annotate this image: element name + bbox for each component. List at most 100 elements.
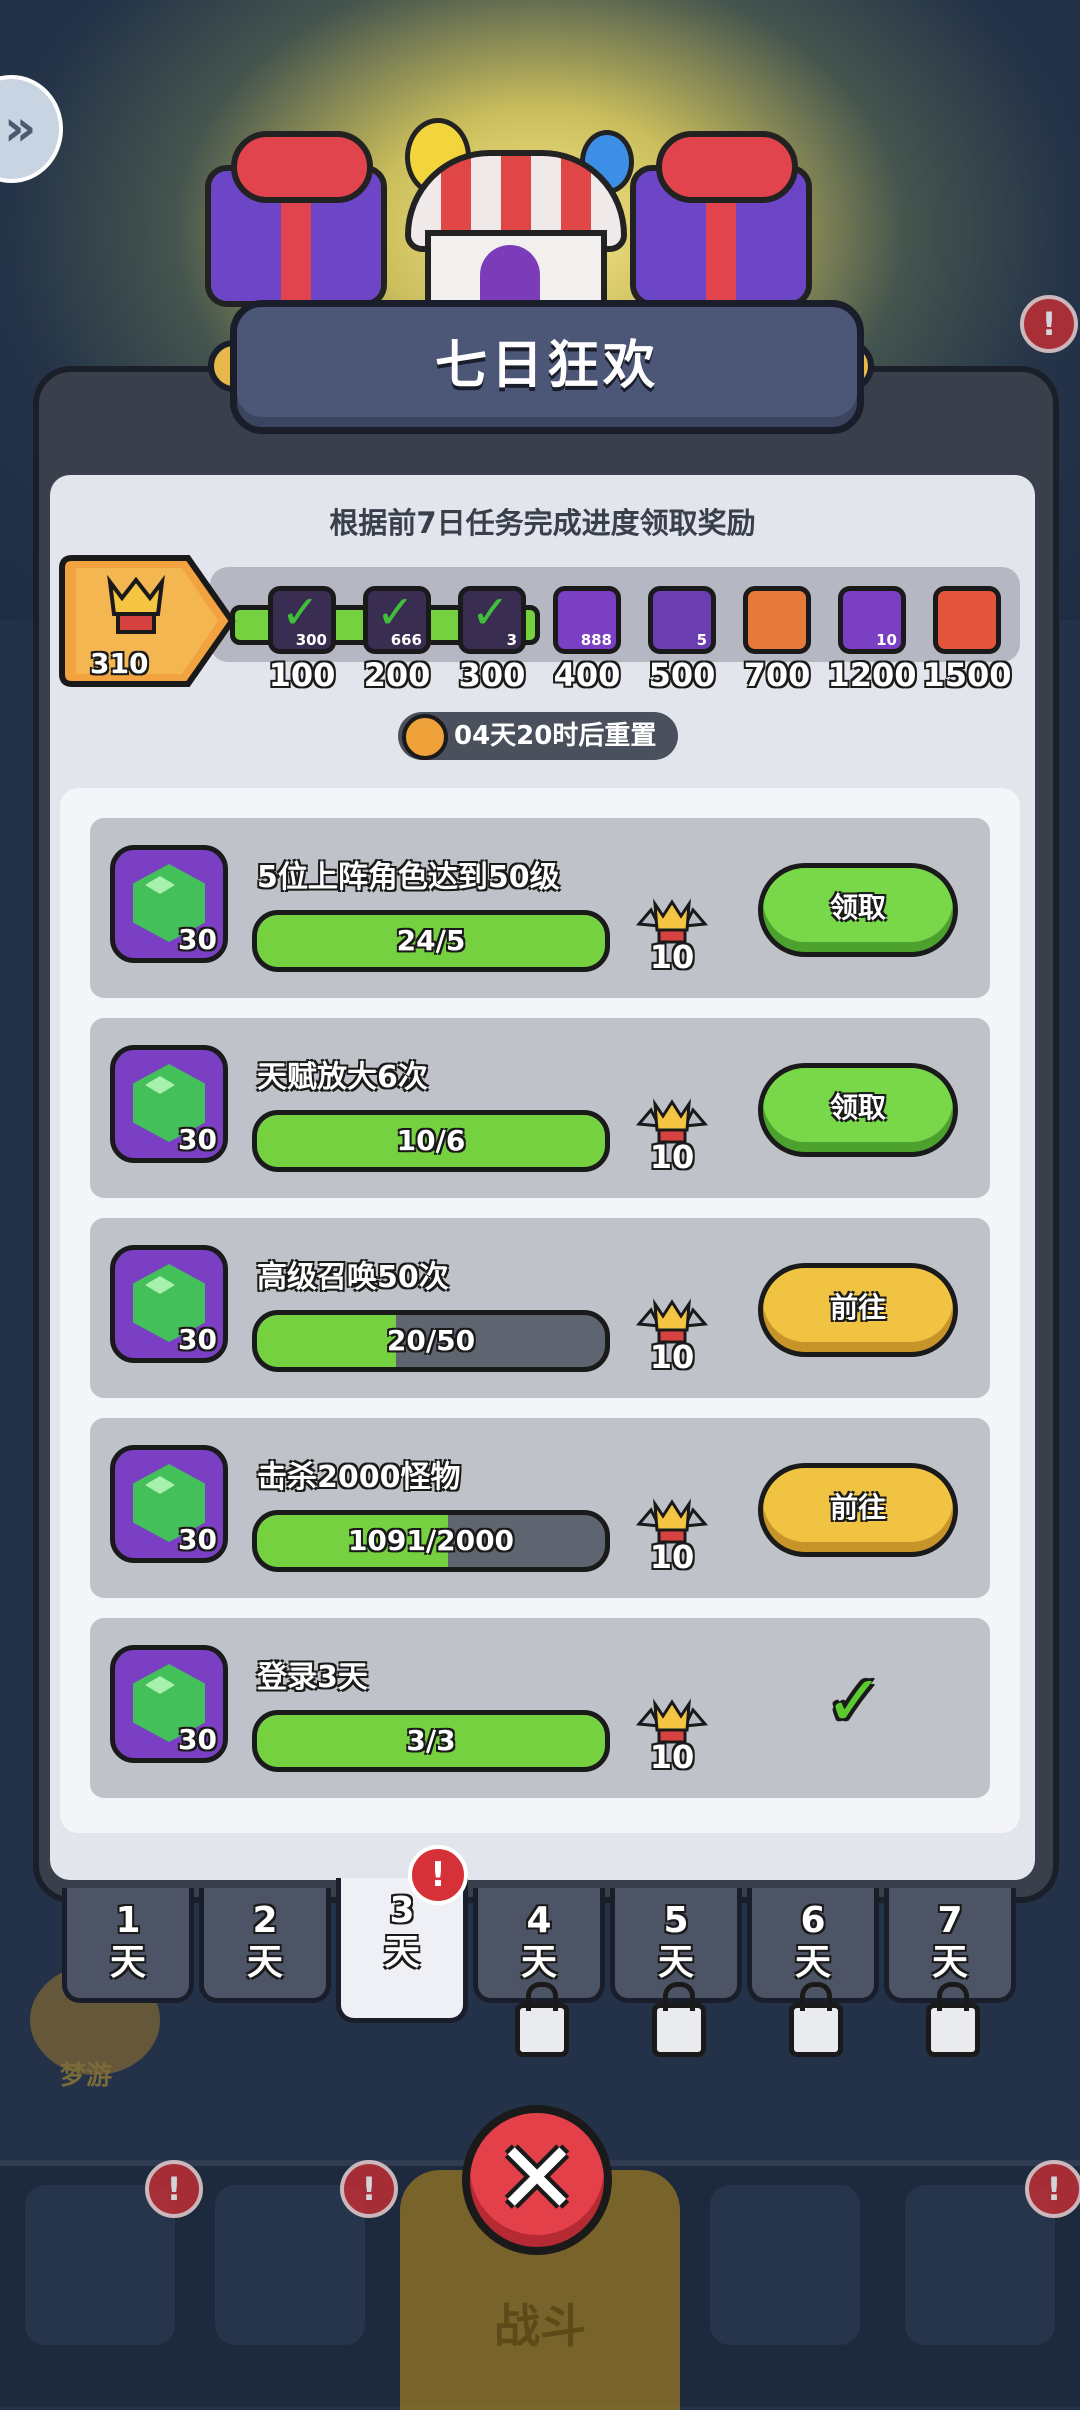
day-tab-unit: 天 — [520, 1942, 557, 1983]
day-tab-unit: 天 — [109, 1942, 146, 1983]
milestone-label: 300 — [458, 656, 526, 694]
nav-alert-badge: ! — [1025, 2160, 1080, 2218]
milestone-reward[interactable]: 5 — [648, 586, 716, 654]
gem-reward-count: 30 — [178, 1123, 217, 1156]
milestone-reward-count: 3 — [506, 631, 517, 649]
milestone-label: 700 — [743, 656, 811, 694]
day-tab-number: 2 — [252, 1900, 278, 1941]
milestone-label: 200 — [363, 656, 431, 694]
gem-reward-count: 30 — [178, 1323, 217, 1356]
nav-alert-badge: ! — [340, 2160, 398, 2218]
chevron-right-icon: » — [4, 99, 37, 157]
task-progress-bar: 3/3 — [252, 1710, 610, 1772]
task-progress-text: 1091/2000 — [347, 1524, 515, 1557]
milestone-reward[interactable] — [743, 586, 811, 654]
claim-button[interactable]: 领取 — [758, 1063, 958, 1157]
milestone-reward[interactable]: 888 — [553, 586, 621, 654]
side-alert-badge: ! — [1020, 295, 1078, 353]
nav-helmet-tab[interactable] — [215, 2185, 365, 2345]
milestone-label: 1200 — [827, 656, 917, 694]
task-title: 击杀2000怪物 — [257, 1460, 461, 1495]
day-tab-label: 7天 — [889, 1900, 1011, 1984]
tab-alert-badge: ! — [408, 1845, 468, 1905]
close-icon: ✕ — [495, 2120, 579, 2237]
gem-reward-count: 30 — [178, 1523, 217, 1556]
gem-reward: 30 — [110, 1045, 228, 1163]
task-progress-bar: 24/5 — [252, 910, 610, 972]
milestone-reward[interactable]: ✓ 666 — [363, 585, 431, 654]
task-progress-bar: 20/50 — [252, 1310, 610, 1372]
milestone-reward[interactable] — [933, 586, 1001, 654]
close-button[interactable]: ✕ — [462, 2105, 612, 2255]
milestone-label: 500 — [648, 656, 716, 694]
task-points: 10 — [649, 1338, 695, 1376]
task-row: 30 击杀2000怪物 1091/2000 10 前往 — [90, 1418, 990, 1598]
day-tab-unit: 天 — [246, 1942, 283, 1983]
task-row: 30 5位上阵角色达到50级 24/5 10 领取 — [90, 818, 990, 998]
milestone-reward[interactable]: 10 — [838, 586, 906, 654]
nav-battle-label: 战斗 — [494, 2299, 586, 2353]
day-tab-unit: 天 — [383, 1932, 420, 1973]
task-points: 10 — [649, 1138, 695, 1176]
gem-reward: 30 — [110, 1245, 228, 1363]
milestone-reward[interactable]: ✓ 300 — [268, 585, 336, 654]
points-value: 310 — [90, 647, 149, 680]
goto-button[interactable]: 前往 — [758, 1463, 958, 1557]
gem-reward-count: 30 — [178, 923, 217, 956]
day-tab-2[interactable]: 2天 — [199, 1888, 331, 2003]
day-tab-number: 4 — [526, 1900, 552, 1941]
milestone-reward-count: 5 — [696, 631, 707, 649]
task-progress-text: 24/5 — [396, 924, 466, 957]
nav-alert-badge: ! — [145, 2160, 203, 2218]
task-title: 5位上阵角色达到50级 — [257, 860, 560, 895]
day-tab-unit: 天 — [931, 1942, 968, 1983]
milestone-reward[interactable]: ✓ 3 — [458, 585, 526, 654]
gem-reward-count: 30 — [178, 1723, 217, 1756]
title-plate: 七日狂欢 — [230, 300, 864, 434]
task-progress-text: 3/3 — [406, 1724, 456, 1757]
day-tab-label: 5天 — [615, 1900, 737, 1984]
event-subtitle: 根据前7日任务完成进度领取奖励 — [329, 506, 756, 540]
day-tab-number: 6 — [800, 1900, 826, 1941]
milestone-reward-count: 300 — [295, 631, 327, 649]
lock-icon — [926, 1982, 980, 2057]
day-tab-number: 7 — [937, 1900, 963, 1941]
gift-box-left — [205, 131, 387, 307]
day-tab-label: 2天 — [204, 1900, 326, 1984]
check-icon: ✓ — [471, 585, 510, 639]
milestone-reward-count: 10 — [876, 631, 897, 649]
page-title: 七日狂欢 — [434, 336, 659, 396]
goto-button[interactable]: 前往 — [758, 1263, 958, 1357]
task-row: 30 登录3天 3/3 10 ✓ — [90, 1618, 990, 1798]
day-tab-label: 6天 — [752, 1900, 874, 1984]
check-icon: ✓ — [825, 1660, 884, 1742]
claim-button[interactable]: 领取 — [758, 863, 958, 957]
task-title: 高级召唤50次 — [257, 1260, 449, 1295]
task-points: 10 — [649, 1738, 695, 1776]
reset-timer-text: 04天20时后重置 — [454, 721, 657, 751]
reset-timer: 04天20时后重置 — [398, 712, 678, 760]
day-tab-unit: 天 — [657, 1942, 694, 1983]
task-row: 30 天赋放大6次 10/6 10 领取 — [90, 1018, 990, 1198]
gem-reward: 30 — [110, 1645, 228, 1763]
task-title: 登录3天 — [257, 1660, 368, 1695]
day-tab-1[interactable]: 1天 — [62, 1888, 194, 2003]
task-points: 10 — [649, 938, 695, 976]
task-progress-bar: 1091/2000 — [252, 1510, 610, 1572]
day-tab-number: 1 — [115, 1900, 141, 1941]
task-row: 30 高级召唤50次 20/50 10 前往 — [90, 1218, 990, 1398]
day-tab-label: 4天 — [478, 1900, 600, 1984]
task-title: 天赋放大6次 — [257, 1060, 428, 1095]
lock-icon — [515, 1982, 569, 2057]
nav-crest-tab[interactable] — [710, 2185, 860, 2345]
gift-box-right — [630, 131, 812, 307]
task-points: 10 — [649, 1538, 695, 1576]
day-tab-label: 1天 — [67, 1900, 189, 1984]
task-progress-text: 20/50 — [386, 1324, 476, 1357]
milestone-reward-count: 888 — [580, 631, 612, 649]
milestone-label: 400 — [553, 656, 621, 694]
milestone-label: 100 — [268, 656, 336, 694]
lock-icon — [789, 1982, 843, 2057]
task-progress-bar: 10/6 — [252, 1110, 610, 1172]
clock-icon — [402, 714, 448, 760]
